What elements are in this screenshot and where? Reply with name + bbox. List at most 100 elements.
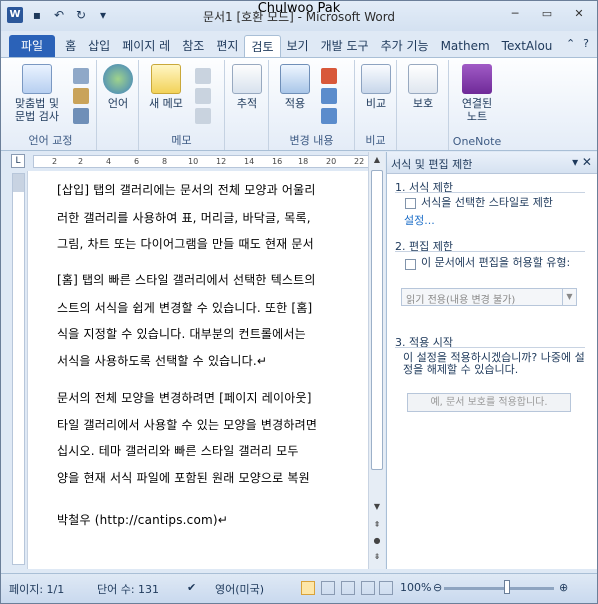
ruler-tick: 16	[272, 157, 283, 166]
close-icon[interactable]: ✕	[567, 7, 591, 23]
language-status[interactable]: 영어(미국)	[215, 581, 264, 597]
group-onenote: 연결된 노트 OneNote	[449, 60, 505, 150]
word-count[interactable]: 단어 수: 131	[97, 581, 159, 597]
thesaurus-icon[interactable]	[73, 88, 89, 104]
divider	[395, 251, 585, 252]
doc-line: 식을 지정할 수 있습니다. 대부분의 컨트롤에서는	[57, 327, 306, 341]
proofing-status-icon[interactable]: ✔	[187, 581, 196, 594]
group-language: 언어	[97, 60, 139, 150]
previous-comment-icon[interactable]	[195, 88, 211, 104]
editing-type-select[interactable]: 읽기 전용(내용 변경 불가) ▼	[401, 288, 577, 306]
group-changes: 적용 변경 내용	[269, 60, 355, 150]
doc-line: 박철우 (http://cantips.com)↵	[57, 513, 229, 527]
linked-notes-button[interactable]: 연결된 노트	[455, 64, 499, 123]
next-change-icon[interactable]	[321, 108, 337, 124]
tab-view[interactable]: 보기	[281, 35, 315, 57]
tab-home[interactable]: 홈	[59, 35, 82, 57]
zoom-level[interactable]: 100%	[400, 581, 431, 594]
research-icon[interactable]	[73, 68, 89, 84]
accept-icon	[280, 64, 310, 94]
minimize-icon[interactable]: ─	[503, 7, 527, 23]
draft-icon[interactable]	[379, 581, 393, 595]
new-comment-icon	[151, 64, 181, 94]
protect-icon	[408, 64, 438, 94]
reject-icon[interactable]	[321, 68, 337, 84]
spelling-grammar-button[interactable]: 맞춤법 및 문법 검사	[9, 64, 65, 123]
review-ribbon: 맞춤법 및 문법 검사 언어 교정 언어 새 메모 메모 추적 적용 변경 내용…	[1, 57, 597, 151]
tab-selector[interactable]: L	[11, 154, 25, 168]
delete-comment-icon[interactable]	[195, 68, 211, 84]
vertical-ruler[interactable]	[12, 173, 25, 565]
tab-insert[interactable]: 삽입	[82, 35, 116, 57]
tab-mathematics[interactable]: Mathem	[435, 35, 496, 57]
web-layout-icon[interactable]	[341, 581, 355, 595]
new-comment-button[interactable]: 새 메모	[143, 64, 189, 110]
spelling-icon	[22, 64, 52, 94]
zoom-out-icon[interactable]: ⊖	[433, 581, 442, 594]
word-window: W ▪ ↶ ↻ ▾ 문서1 [호환 모드] - Microsoft Word C…	[0, 0, 598, 604]
group-proofing: 맞춤법 및 문법 검사 언어 교정	[5, 60, 97, 150]
document-page[interactable]: [삽입] 탭의 갤러리에는 문서의 전체 모양과 어울리 러한 갤러리를 사용하…	[27, 171, 368, 569]
tab-file[interactable]: 파일	[9, 35, 56, 57]
accept-button[interactable]: 적용	[275, 64, 315, 110]
doc-line: 십시오. 테마 갤러리와 빠른 스타일 갤러리 모두	[57, 444, 299, 458]
zoom-in-icon[interactable]: ⊕	[559, 581, 568, 594]
vertical-scrollbar[interactable]: ▲ ▼ ⇞ ● ⇟	[368, 152, 385, 569]
onenote-icon	[462, 64, 492, 94]
doc-line: 문서의 전체 모양을 변경하려면 [페이지 레이아웃]	[57, 391, 312, 405]
compare-button[interactable]: 비교	[359, 64, 393, 110]
doc-line: 타일 갤러리에서 사용할 수 있는 모양을 변경하려면	[57, 418, 318, 432]
ruler-tick: 2	[78, 157, 84, 166]
minimize-ribbon-icon[interactable]: ⌃	[566, 37, 575, 50]
scroll-up-icon[interactable]: ▲	[371, 155, 383, 167]
formatting-checkbox[interactable]	[405, 198, 416, 209]
editing-checkbox[interactable]	[405, 259, 416, 270]
previous-page-icon[interactable]: ⇞	[371, 520, 383, 532]
tab-textaloud[interactable]: TextAlou	[496, 35, 559, 57]
maximize-icon[interactable]: ▭	[535, 7, 559, 23]
outline-icon[interactable]	[361, 581, 375, 595]
print-layout-icon[interactable]	[301, 581, 315, 595]
language-button[interactable]: 언어	[101, 64, 135, 110]
tab-mailings[interactable]: 편지	[210, 35, 244, 57]
select-browse-object-icon[interactable]: ●	[371, 536, 383, 548]
previous-change-icon[interactable]	[321, 88, 337, 104]
word-count-icon[interactable]	[73, 108, 89, 124]
tab-developer[interactable]: 개발 도구	[315, 35, 375, 57]
track-changes-button[interactable]: 추적	[229, 64, 265, 110]
title-bar: W ▪ ↶ ↻ ▾ 문서1 [호환 모드] - Microsoft Word C…	[1, 1, 597, 31]
pane-close-icon[interactable]: ▾ ✕	[572, 155, 592, 169]
doc-line: 양을 현재 서식 파일에 포함된 원래 모양으로 복원	[57, 471, 310, 485]
doc-line: 러한 갤러리를 사용하여 표, 머리글, 바닥글, 목록,	[57, 211, 311, 225]
enforcement-description: 이 설정을 적용하시겠습니까? 나중에 설정을 해제할 수 있습니다.	[403, 351, 585, 376]
next-page-icon[interactable]: ⇟	[371, 552, 383, 564]
window-controls: ─ ▭ ✕	[503, 7, 591, 23]
help-icon[interactable]: ?	[583, 37, 589, 50]
ruler-tick: 6	[134, 157, 140, 166]
tab-references[interactable]: 참조	[176, 35, 210, 57]
scroll-down-icon[interactable]: ▼	[371, 502, 383, 514]
tab-addins[interactable]: 추가 기능	[375, 35, 435, 57]
pane-title: 서식 및 편집 제한	[391, 158, 473, 171]
pane-header: 서식 및 편집 제한 ▾ ✕	[387, 152, 597, 174]
tab-review[interactable]: 검토	[244, 35, 281, 57]
divider	[395, 192, 585, 193]
tab-page-layout[interactable]: 페이지 레	[116, 35, 176, 57]
horizontal-ruler[interactable]: 2 2 4 6 8 10 12 14 16 18 20 22	[33, 155, 383, 168]
ribbon-tabs: 파일 홈 삽입 페이지 레 참조 편지 검토 보기 개발 도구 추가 기능 Ma…	[1, 31, 597, 57]
protect-button[interactable]: 보호	[405, 64, 441, 110]
start-enforcing-button[interactable]: 예, 문서 보호를 적용합니다.	[407, 393, 571, 412]
full-screen-icon[interactable]	[321, 581, 335, 595]
ruler-tick: 22	[354, 157, 365, 166]
language-icon	[103, 64, 133, 94]
settings-link[interactable]: 설정...	[404, 215, 435, 227]
ruler-tick: 4	[106, 157, 112, 166]
scroll-thumb[interactable]	[371, 170, 383, 470]
zoom-slider[interactable]	[444, 587, 554, 590]
ruler-tick: 14	[244, 157, 255, 166]
group-compare: 비교 비교	[355, 60, 397, 150]
page-count[interactable]: 페이지: 1/1	[9, 581, 64, 597]
doc-line: 스트의 서식을 쉽게 변경할 수 있습니다. 또한 [홈]	[57, 301, 313, 315]
next-comment-icon[interactable]	[195, 108, 211, 124]
zoom-slider-thumb[interactable]	[504, 580, 510, 594]
